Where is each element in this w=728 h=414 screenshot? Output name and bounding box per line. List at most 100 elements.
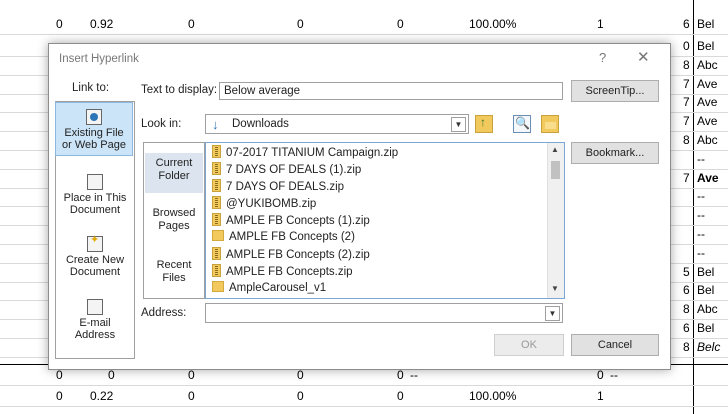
up-one-folder-icon[interactable] <box>475 115 493 133</box>
cell[interactable]: 8 <box>683 340 690 354</box>
cell[interactable]: 0 <box>56 17 63 31</box>
cell[interactable]: -- <box>697 246 705 260</box>
cell[interactable]: 0 <box>297 389 304 403</box>
cell[interactable]: 0 <box>397 17 404 31</box>
cell[interactable]: -- <box>610 368 618 382</box>
cell[interactable]: 6 <box>683 283 690 297</box>
document-place-icon <box>87 174 103 190</box>
cell[interactable]: Abc <box>697 58 718 72</box>
cell[interactable]: 0 <box>297 17 304 31</box>
chevron-down-icon[interactable]: ▼ <box>451 117 466 132</box>
link-item-label: Existing File <box>64 127 124 139</box>
cell[interactable]: Ave <box>697 77 717 91</box>
cell[interactable]: 0 <box>56 389 63 403</box>
cell[interactable]: -- <box>697 208 705 222</box>
link-item-label: Place in This <box>63 192 127 204</box>
cell[interactable]: 7 <box>683 171 690 185</box>
cell[interactable]: 7 <box>683 114 690 128</box>
file-name: AMPLE FB Concepts (2) <box>229 231 355 243</box>
cell[interactable]: 0 <box>397 368 404 382</box>
cell[interactable]: 8 <box>683 302 690 316</box>
file-list-item[interactable]: 7 DAYS OF DEALS.zip <box>212 179 344 196</box>
scroll-up-icon[interactable]: ▲ <box>551 145 559 154</box>
folder-icon <box>212 230 224 241</box>
file-name: AMPLE FB Concepts (1).zip <box>226 215 370 227</box>
file-list-item[interactable]: AMPLE FB Concepts (1).zip <box>212 213 370 230</box>
cell[interactable]: Bel <box>697 17 714 31</box>
cell[interactable]: -- <box>697 227 705 241</box>
cell[interactable]: 0 <box>188 389 195 403</box>
link-to-existing-file[interactable]: Existing File or Web Page <box>55 102 133 156</box>
cell[interactable]: 0 <box>397 389 404 403</box>
cell[interactable]: 0 <box>188 368 195 382</box>
cell[interactable]: Bel <box>697 321 714 335</box>
cell[interactable]: Belc <box>697 340 720 354</box>
cell[interactable]: -- <box>697 189 705 203</box>
cell[interactable]: 0 <box>108 368 115 382</box>
scrollbar-thumb[interactable] <box>551 161 560 179</box>
cell[interactable]: Bel <box>697 39 714 53</box>
cell[interactable]: 0 <box>297 368 304 382</box>
link-to-create-new-document[interactable]: Create New Document <box>56 234 134 278</box>
link-to-email-address[interactable]: E-mail Address <box>56 299 134 341</box>
file-name: AMPLE FB Concepts (2).zip <box>226 249 370 261</box>
cell[interactable]: 0 <box>597 368 604 382</box>
cell[interactable]: 100.00% <box>469 389 516 403</box>
cell[interactable]: Ave <box>697 171 719 185</box>
cell[interactable]: 100.00% <box>469 17 516 31</box>
cell[interactable]: -- <box>697 152 705 166</box>
cell[interactable]: Bel <box>697 265 714 279</box>
browse-web-icon[interactable] <box>513 115 531 133</box>
file-list-item[interactable]: 07-2017 TITANIUM Campaign.zip <box>212 145 398 162</box>
cell[interactable]: 0.92 <box>90 17 113 31</box>
cell[interactable]: Abc <box>697 302 718 316</box>
bookmark-button[interactable]: Bookmark... <box>571 142 659 164</box>
cell[interactable]: 6 <box>683 17 690 31</box>
file-list-item[interactable]: 7 DAYS OF DEALS (1).zip <box>212 162 361 179</box>
look-in-dropdown[interactable]: ↓ Downloads ▼ <box>205 114 469 134</box>
file-list-item[interactable]: AmpleCarousel_v1 <box>212 281 326 298</box>
cell[interactable]: 5 <box>683 265 690 279</box>
cell[interactable]: 1 <box>597 389 604 403</box>
cell[interactable]: Ave <box>697 114 717 128</box>
file-name: 07-2017 TITANIUM Campaign.zip <box>226 147 399 159</box>
cell[interactable]: Bel <box>697 283 714 297</box>
close-button[interactable]: ✕ <box>637 48 650 66</box>
cell[interactable]: 0 <box>56 368 63 382</box>
file-list-item[interactable]: AMPLE FB Concepts.zip <box>212 264 353 281</box>
sheet-row[interactable]: 0 0.92 0 0 0 100.00% 1 6 Bel <box>0 14 728 35</box>
cell[interactable]: 7 <box>683 95 690 109</box>
link-item-label: Document <box>69 266 121 278</box>
cell[interactable]: 1 <box>597 17 604 31</box>
place-current-folder[interactable]: Current Folder <box>145 153 203 193</box>
cell[interactable]: 6 <box>683 321 690 335</box>
file-list-item[interactable]: @YUKIBOMB.zip <box>212 196 316 213</box>
cell[interactable]: 8 <box>683 133 690 147</box>
cell[interactable]: Ave <box>697 95 717 109</box>
help-button[interactable]: ? <box>599 50 606 65</box>
cancel-button[interactable]: Cancel <box>571 334 659 356</box>
cell[interactable]: 0.22 <box>90 389 113 403</box>
ok-button[interactable]: OK <box>494 334 564 356</box>
file-list-item[interactable]: AMPLE FB Concepts (2).zip <box>212 247 370 264</box>
place-recent-files[interactable]: Recent Files <box>144 259 204 285</box>
cell[interactable]: -- <box>410 368 418 382</box>
file-list-scrollbar[interactable]: ▲ ▼ <box>547 143 564 298</box>
cell[interactable]: 8 <box>683 58 690 72</box>
place-label: Recent <box>156 259 192 271</box>
place-browsed-pages[interactable]: Browsed Pages <box>144 207 204 233</box>
address-input[interactable]: ▼ <box>205 303 563 323</box>
text-to-display-input[interactable]: Below average <box>219 82 563 100</box>
chevron-down-icon[interactable]: ▼ <box>545 306 560 321</box>
cell[interactable]: 0 <box>188 17 195 31</box>
link-to-place-in-document[interactable]: Place in This Document <box>56 174 134 216</box>
screentip-button[interactable]: ScreenTip... <box>571 80 659 102</box>
scroll-down-icon[interactable]: ▼ <box>551 284 559 293</box>
cell[interactable]: Abc <box>697 133 718 147</box>
cell[interactable]: 7 <box>683 77 690 91</box>
browse-file-icon[interactable] <box>541 115 559 133</box>
sheet-row[interactable]: 0 0.22 0 0 0 100.00% 1 <box>0 386 728 407</box>
cell[interactable]: 0 <box>683 39 690 53</box>
zip-file-icon <box>212 162 221 175</box>
file-list-item[interactable]: AMPLE FB Concepts (2) <box>212 230 355 247</box>
